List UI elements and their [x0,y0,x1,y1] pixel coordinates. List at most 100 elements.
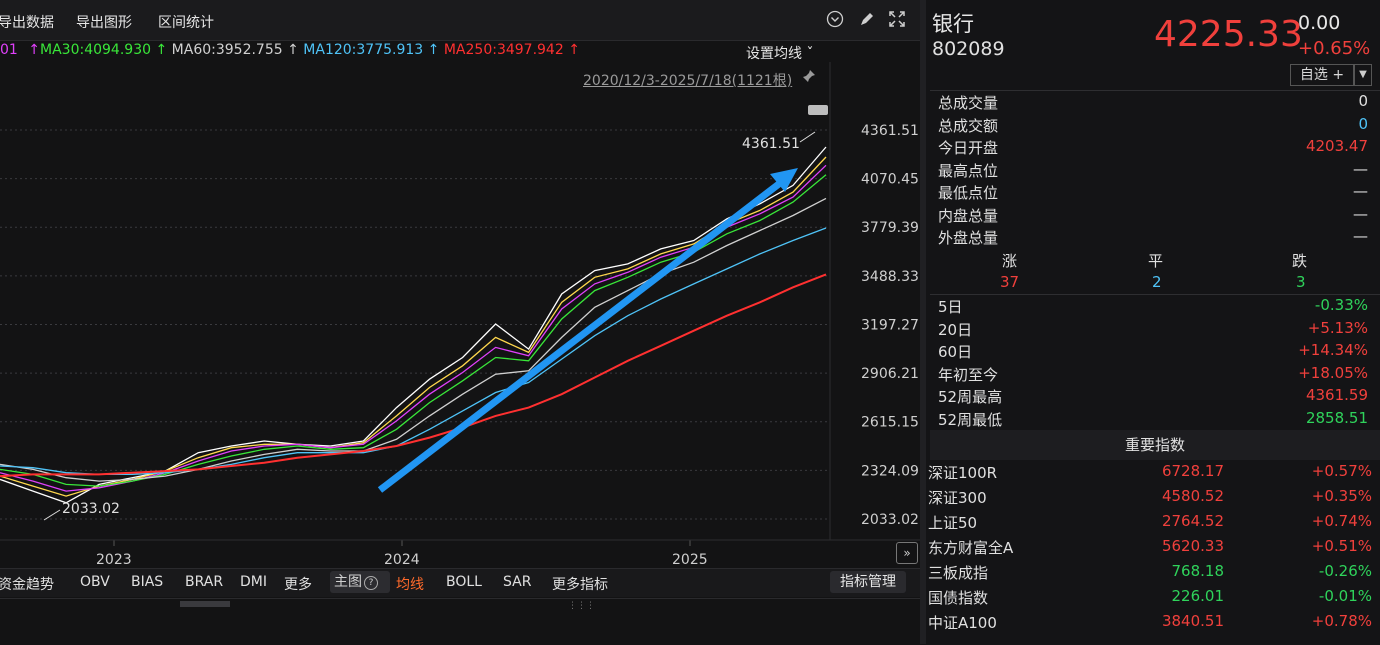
perf-value: +5.13% [1307,318,1368,337]
stat-value: 0 [1358,92,1368,110]
stat-value: — [1353,227,1368,245]
stat-row: 内盘总量 — [938,205,1368,227]
index-change: -0.26% [1318,562,1372,580]
chart-panel: 导出数据 导出图形 区间统计 01 ↑MA30:4094.930 ↑ MA60:… [0,0,920,645]
index-row[interactable]: 深证100R 6728.17 +0.57% [928,462,1372,486]
kline-chart[interactable]: 4361.51 4070.45 3779.39 3488.33 3197.27 2906.… [0,62,920,568]
tab-capital-trend[interactable]: 资金趋势 [0,574,54,594]
caret-down-icon[interactable]: ▼ [1354,64,1372,86]
tab-more-indicators[interactable]: 更多指标 [552,574,608,594]
y-tick-label: 3197.27 [861,317,919,333]
high-pointer [799,131,816,143]
ma-prefix: 01 [0,42,18,58]
tab-ma-line[interactable]: 均线 [396,574,424,594]
index-row[interactable]: 三板成指 768.18 -0.26% [928,562,1372,586]
ma-arrow: ↑ [155,42,168,58]
add-watchlist-button[interactable]: 自选 + [1290,64,1354,86]
perf-row: 5日 -0.33% [938,296,1368,318]
index-name: 上证50 [928,514,978,532]
x-axis: 2023 2024 2025 [96,540,708,568]
stat-row: 最低点位 — [938,182,1368,204]
perf-label: 60日 [938,343,973,361]
tab-more[interactable]: 更多 [284,574,312,594]
y-tick-label: 2906.21 [861,366,919,382]
high-price-label: 4361.51 [742,136,800,152]
stat-label: 最低点位 [938,184,999,202]
fullscreen-icon[interactable] [886,10,908,32]
help-icon[interactable]: ? [364,576,378,590]
up-count: 37 [1000,273,1020,291]
perf-row: 年初至今 +18.05% [938,364,1368,386]
stat-value: — [1353,182,1368,200]
flat-count: 2 [1152,273,1162,291]
price-change: 0.00 [1298,12,1341,34]
perf-value: 2858.51 [1305,408,1368,427]
export-image-button[interactable]: 导出图形 [76,12,132,32]
index-row[interactable]: 深证300 4580.52 +0.35% [928,487,1372,511]
pen-icon[interactable] [856,10,878,32]
main-chart-label: 主图 [334,574,362,590]
stat-label: 今日开盘 [938,139,999,157]
export-data-button[interactable]: 导出数据 [0,12,54,32]
stat-row: 今日开盘 4203.47 [938,137,1368,159]
stat-value: 4203.47 [1305,137,1368,155]
index-change: +0.35% [1311,487,1372,505]
stat-row: 总成交额 0 [938,115,1368,137]
index-change: -0.01% [1318,587,1372,605]
x-tick-label: 2024 [384,552,420,568]
tab-bias[interactable]: BIAS [131,574,163,590]
index-price: 4580.52 [1161,487,1224,505]
ma-lines [0,146,827,504]
tab-boll[interactable]: BOLL [446,574,482,590]
double-chevron-right-icon[interactable]: » [896,542,918,564]
index-row[interactable]: 上证50 2764.52 +0.74% [928,512,1372,536]
index-change: +0.78% [1311,612,1372,630]
flat-label: 平 [1148,252,1164,270]
perf-label: 52周最高 [938,388,1003,406]
ma-legend: 01 ↑MA30:4094.930 ↑ MA60:3952.755 ↑ MA12… [0,42,740,62]
resize-grip-icon[interactable]: ⋮⋮⋮ [568,601,595,611]
scroll-handle[interactable] [180,601,230,607]
chart-toolbar: 导出数据 导出图形 区间统计 [0,0,920,41]
x-tick-label: 2023 [96,552,132,568]
stat-value: — [1353,159,1368,178]
chevron-down-icon[interactable] [824,10,846,32]
last-price: 4225.33 [1154,14,1303,55]
series-line-3 [0,174,827,487]
perf-row: 20日 +5.13% [938,319,1368,341]
index-name: 中证A100 [928,614,997,632]
index-price: 3840.51 [1161,612,1224,630]
index-change: +0.74% [1311,512,1372,530]
stat-row: 总成交量 0 [938,92,1368,114]
y-tick-label: 4361.51 [861,123,919,139]
index-price: 6728.17 [1161,462,1224,480]
indicator-manager-button[interactable]: 指标管理 [830,571,906,593]
ma-arrow: ↑ [568,42,580,58]
index-name: 深证100R [928,464,998,482]
index-row[interactable]: 中证A100 3840.51 +0.78% [928,612,1372,636]
tab-obv[interactable]: OBV [80,574,110,590]
y-axis: 4361.51 4070.45 3779.39 3488.33 3197.27 2906.… [861,123,919,528]
index-name: 三板成指 [928,564,989,582]
index-row[interactable]: 国债指数 226.01 -0.01% [928,587,1372,611]
perf-value: 4361.59 [1305,386,1368,404]
annotation-marker [808,105,828,115]
tab-dmi[interactable]: DMI [240,574,267,590]
stat-label: 内盘总量 [938,206,999,225]
stat-label: 总成交额 [938,116,999,135]
indicator-tabs: 资金趋势 OBV BIAS BRAR DMI 更多 主图? 均线 BOLL SA… [0,568,920,597]
low-price-label: 2033.02 [62,501,120,517]
stat-row: 外盘总量 — [938,227,1368,249]
perf-label: 5日 [938,298,963,316]
main-chart-toggle[interactable]: 主图? [330,571,390,593]
quote-panel: 银行 802089 4225.33 0.00 +0.65% 自选 + ▼ 总成交… [920,0,1380,644]
index-name: 国债指数 [928,589,989,607]
ma-settings-dropdown[interactable]: 设置均线 ˇ [746,43,813,63]
stat-label: 外盘总量 [938,229,999,247]
range-stats-button[interactable]: 区间统计 [158,12,214,32]
tab-sar[interactable]: SAR [503,574,531,590]
index-name: 深证300 [928,489,987,507]
index-row[interactable]: 东方财富全A 5620.33 +0.51% [928,537,1372,561]
perf-value: -0.33% [1314,296,1368,314]
tab-brar[interactable]: BRAR [185,574,223,590]
